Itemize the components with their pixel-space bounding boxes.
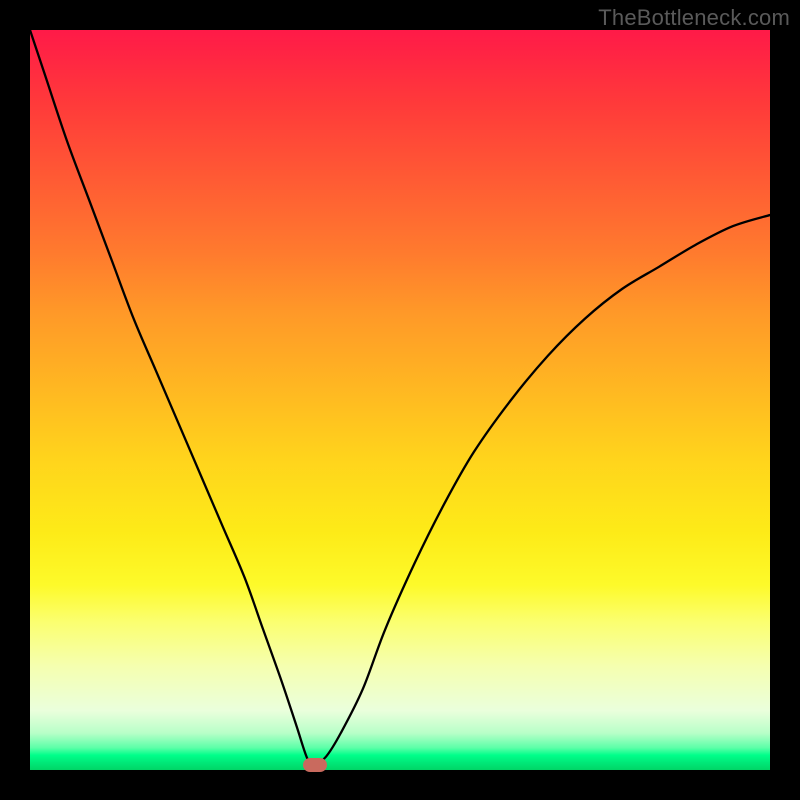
chart-frame: TheBottleneck.com: [0, 0, 800, 800]
optimal-marker: [303, 758, 327, 772]
chart-background-gradient: [30, 30, 770, 770]
watermark-text: TheBottleneck.com: [598, 5, 790, 31]
